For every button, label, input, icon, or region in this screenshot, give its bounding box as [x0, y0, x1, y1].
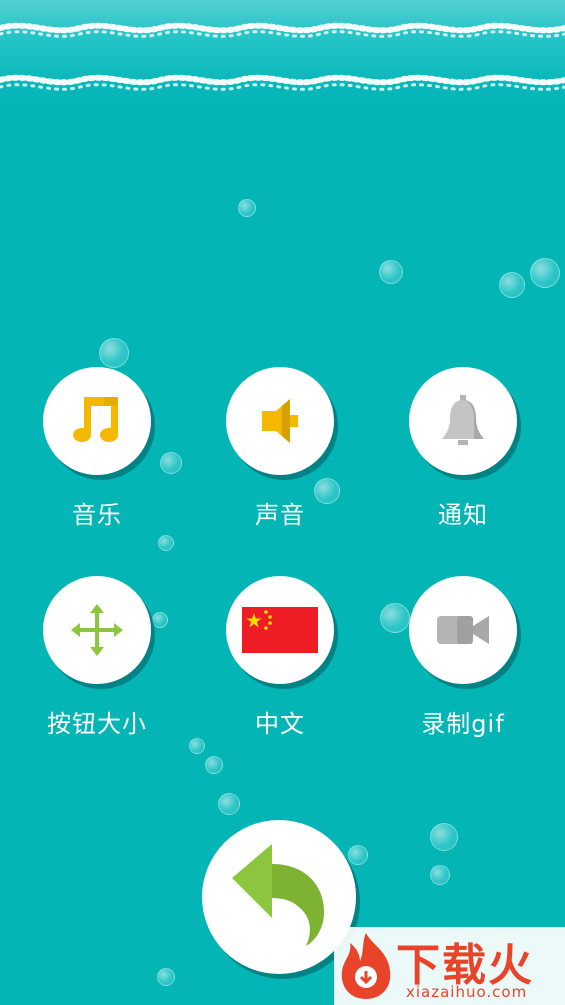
language-setting: 中文: [205, 576, 355, 739]
bubble: [218, 793, 240, 815]
move-arrows-icon: [71, 604, 123, 656]
notification-button[interactable]: [409, 367, 517, 475]
button-size-button[interactable]: [43, 576, 151, 684]
sound-setting: 声音: [205, 367, 355, 530]
flame-logo-icon: [341, 933, 391, 999]
bubble: [379, 260, 403, 284]
watermark: 下载火 xiazaihuo.com: [334, 927, 565, 1005]
bubble: [99, 338, 129, 368]
notification-setting: 通知: [388, 367, 538, 530]
bubble: [348, 845, 368, 865]
bubble: [189, 738, 205, 754]
bell-icon: [442, 395, 484, 445]
music-setting: 音乐: [22, 367, 172, 530]
music-label: 音乐: [72, 501, 122, 529]
bubble: [430, 823, 458, 851]
bubble: [158, 535, 174, 551]
bubble: [530, 258, 560, 288]
language-button[interactable]: [226, 576, 334, 684]
language-label: 中文: [255, 710, 305, 738]
record-gif-label: 录制gif: [421, 710, 505, 738]
bubble: [430, 865, 450, 885]
bubble: [238, 199, 256, 217]
music-button[interactable]: [43, 367, 151, 475]
bubble: [157, 968, 175, 986]
bubble: [499, 272, 525, 298]
music-note-icon: [73, 397, 118, 442]
video-camera-icon: [437, 616, 489, 644]
button-size-label: 按钮大小: [47, 710, 147, 738]
back-arrow-icon: [232, 844, 324, 946]
back-button[interactable]: [202, 820, 356, 974]
sound-label: 声音: [255, 501, 305, 529]
sound-button[interactable]: [226, 367, 334, 475]
foam-waves: [0, 22, 565, 91]
button-size-setting: 按钮大小: [22, 576, 172, 739]
record-gif-button[interactable]: [409, 576, 517, 684]
speaker-icon: [262, 399, 298, 443]
notification-label: 通知: [438, 501, 488, 529]
bubble: [205, 756, 223, 774]
record-gif-setting: 录制gif: [388, 576, 538, 739]
china-flag-icon: [242, 607, 318, 653]
watermark-url: xiazaihuo.com: [406, 983, 528, 1001]
